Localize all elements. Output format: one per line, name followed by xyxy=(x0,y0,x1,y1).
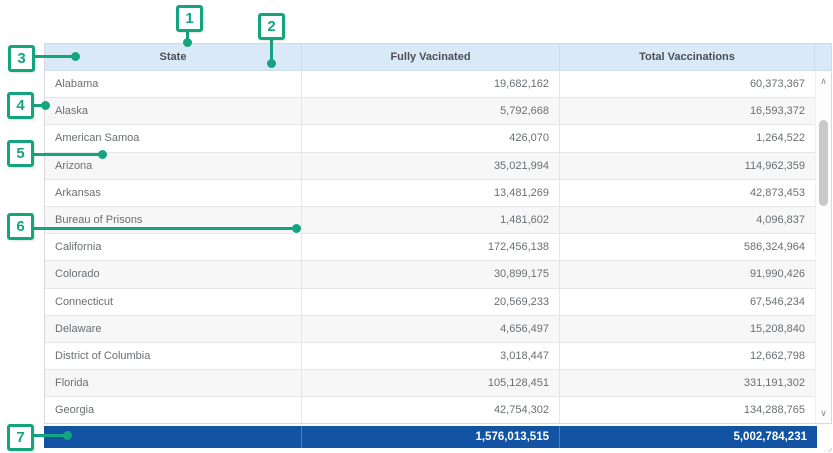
table-row[interactable]: Georgia 42,754,302 134,288,765 xyxy=(45,397,815,423)
scroll-up-button[interactable]: ∧ xyxy=(816,73,831,89)
totals-total-vaccinations-cell: 5,002,784,231 xyxy=(560,426,817,448)
total-vaccinations-cell: 60,373,367 xyxy=(560,71,815,97)
state-cell: California xyxy=(45,234,302,260)
table-row[interactable]: American Samoa 426,070 1,264,522 xyxy=(45,125,815,152)
state-cell: Florida xyxy=(45,370,302,396)
callout-3-line xyxy=(33,55,73,58)
totals-state-cell xyxy=(44,426,302,448)
state-cell: Colorado xyxy=(45,261,302,287)
callout-4-dot xyxy=(41,101,50,110)
scroll-down-button[interactable]: ∨ xyxy=(816,405,831,421)
column-header-fully-vaccinated[interactable]: Fully Vacinated xyxy=(302,44,560,70)
table-row[interactable]: Colorado 30,899,175 91,990,426 xyxy=(45,261,815,288)
fully-vaccinated-cell: 30,899,175 xyxy=(302,261,560,287)
total-vaccinations-cell: 134,288,765 xyxy=(560,397,815,423)
table-row[interactable]: Florida 105,128,451 331,191,302 xyxy=(45,370,815,397)
column-header-total-vaccinations[interactable]: Total Vaccinations xyxy=(560,44,815,70)
fully-vaccinated-cell: 172,456,138 xyxy=(302,234,560,260)
column-header-state[interactable]: State xyxy=(45,44,302,70)
total-vaccinations-cell: 1,264,522 xyxy=(560,125,815,151)
table-row[interactable]: Bureau of Prisons 1,481,602 4,096,837 xyxy=(45,207,815,234)
fully-vaccinated-cell: 426,070 xyxy=(302,125,560,151)
callout-5-box: 5 xyxy=(7,140,34,167)
callout-2-line xyxy=(270,38,273,61)
table-row[interactable]: District of Columbia 3,018,447 12,662,79… xyxy=(45,343,815,370)
state-cell: Alabama xyxy=(45,71,302,97)
scrollbar-thumb[interactable] xyxy=(819,120,828,206)
state-cell: Georgia xyxy=(45,397,302,423)
table-row[interactable]: Alabama 19,682,162 60,373,367 xyxy=(45,71,815,98)
state-cell: Arkansas xyxy=(45,180,302,206)
state-cell: District of Columbia xyxy=(45,343,302,369)
fully-vaccinated-cell: 42,754,302 xyxy=(302,397,560,423)
total-vaccinations-cell: 12,662,798 xyxy=(560,343,815,369)
callout-2-box: 2 xyxy=(258,13,285,40)
total-vaccinations-cell: 586,324,964 xyxy=(560,234,815,260)
table-row[interactable]: Arkansas 13,481,269 42,873,453 xyxy=(45,180,815,207)
total-vaccinations-cell: 114,962,359 xyxy=(560,153,815,179)
totals-row: 1,576,013,515 5,002,784,231 xyxy=(44,426,817,448)
total-vaccinations-cell: 16,593,372 xyxy=(560,98,815,124)
fully-vaccinated-cell: 4,656,497 xyxy=(302,316,560,342)
table-body: Alabama 19,682,162 60,373,367 Alaska 5,7… xyxy=(45,71,815,423)
total-vaccinations-cell: 67,546,234 xyxy=(560,289,815,315)
state-cell: Arizona xyxy=(45,153,302,179)
fully-vaccinated-cell: 5,792,668 xyxy=(302,98,560,124)
table-row[interactable]: Delaware 4,656,497 15,208,840 xyxy=(45,316,815,343)
callout-2-dot xyxy=(267,59,276,68)
callout-5-dot xyxy=(98,150,107,159)
annotated-table-screenshot: State Fully Vacinated Total Vaccinations… xyxy=(0,0,833,453)
callout-6-dot xyxy=(292,224,301,233)
callout-1-box: 1 xyxy=(176,5,203,32)
header-scrollbar-spacer xyxy=(815,44,831,70)
fully-vaccinated-cell: 3,018,447 xyxy=(302,343,560,369)
total-vaccinations-cell: 331,191,302 xyxy=(560,370,815,396)
callout-4-box: 4 xyxy=(7,92,34,119)
resize-grip-icon xyxy=(824,445,832,452)
table-row[interactable]: Connecticut 20,569,233 67,546,234 xyxy=(45,289,815,316)
vertical-scrollbar[interactable]: ∧ ∨ xyxy=(815,71,831,423)
fully-vaccinated-cell: 19,682,162 xyxy=(302,71,560,97)
callout-6-line xyxy=(32,227,294,230)
callout-3-dot xyxy=(71,52,80,61)
total-vaccinations-cell: 15,208,840 xyxy=(560,316,815,342)
fully-vaccinated-cell: 105,128,451 xyxy=(302,370,560,396)
callout-5-line xyxy=(32,153,100,156)
callout-1-dot xyxy=(183,38,192,47)
total-vaccinations-cell: 91,990,426 xyxy=(560,261,815,287)
table-widget: State Fully Vacinated Total Vaccinations… xyxy=(44,43,832,424)
fully-vaccinated-cell: 20,569,233 xyxy=(302,289,560,315)
callout-7-line xyxy=(32,434,65,437)
state-cell: American Samoa xyxy=(45,125,302,151)
callout-6-box: 6 xyxy=(7,213,34,240)
state-cell: Alaska xyxy=(45,98,302,124)
chevron-up-icon: ∧ xyxy=(820,77,827,86)
chevron-down-icon: ∨ xyxy=(820,409,827,418)
state-cell: Delaware xyxy=(45,316,302,342)
table-row[interactable]: California 172,456,138 586,324,964 xyxy=(45,234,815,261)
table-row[interactable]: Arizona 35,021,994 114,962,359 xyxy=(45,153,815,180)
total-vaccinations-cell: 42,873,453 xyxy=(560,180,815,206)
callout-7-box: 7 xyxy=(7,424,34,451)
table-row[interactable]: Alaska 5,792,668 16,593,372 xyxy=(45,98,815,125)
fully-vaccinated-cell: 35,021,994 xyxy=(302,153,560,179)
callout-7-dot xyxy=(63,431,72,440)
fully-vaccinated-cell: 1,481,602 xyxy=(302,207,560,233)
state-cell: Connecticut xyxy=(45,289,302,315)
totals-fully-vaccinated-cell: 1,576,013,515 xyxy=(302,426,560,448)
fully-vaccinated-cell: 13,481,269 xyxy=(302,180,560,206)
callout-3-box: 3 xyxy=(8,45,35,72)
total-vaccinations-cell: 4,096,837 xyxy=(560,207,815,233)
table-header: State Fully Vacinated Total Vaccinations xyxy=(45,44,831,71)
